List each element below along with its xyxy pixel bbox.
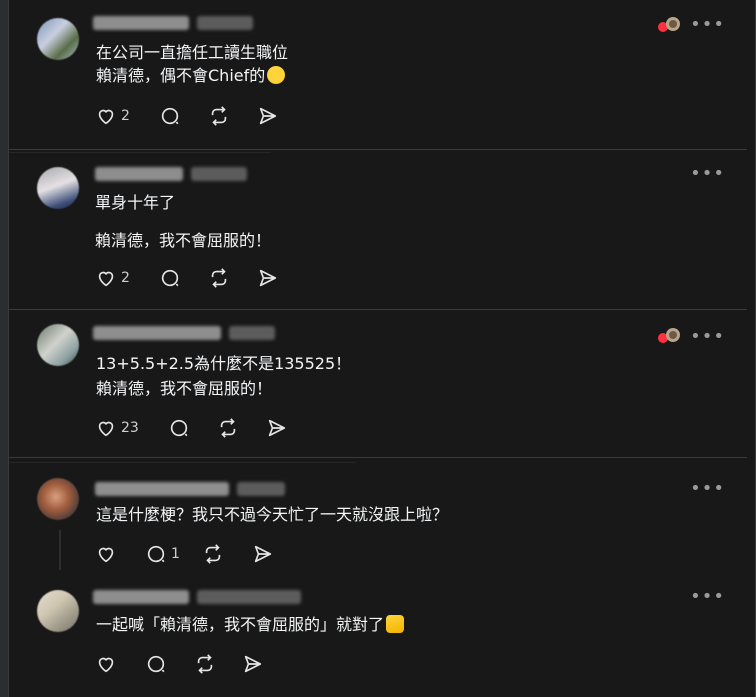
heart-icon — [98, 421, 114, 437]
share-icon — [268, 419, 286, 437]
comment-text-line: 在公司一直擔任工讀生職位 — [96, 43, 289, 62]
timestamp-blurred — [197, 590, 301, 604]
comment-text-line: 一起喊「賴清德，我不會屈服的」就對了 — [96, 614, 405, 636]
avatar[interactable] — [37, 18, 79, 60]
more-icon[interactable]: ••• — [690, 165, 725, 183]
share-button[interactable] — [242, 653, 264, 675]
comment-thread: ••• 在公司一直擔任工讀生職位 賴清德，偶不會Chief的 2 ••• 單身十… — [8, 0, 756, 697]
username-blurred[interactable] — [93, 590, 189, 604]
heart-icon — [98, 271, 114, 287]
repost-button[interactable] — [208, 267, 230, 289]
divider — [9, 309, 747, 310]
username-blurred[interactable] — [93, 16, 189, 30]
thumbs-up-emoji — [386, 615, 405, 633]
comment-text-line: 賴清德，我不會屈服的！ — [96, 379, 273, 398]
repost-button[interactable] — [202, 543, 224, 565]
laughing-emoji — [267, 66, 286, 84]
username-blurred[interactable] — [95, 482, 229, 496]
share-button[interactable] — [257, 267, 279, 289]
timestamp-blurred — [229, 326, 275, 340]
comment-button[interactable] — [145, 653, 167, 675]
repost-icon — [205, 544, 221, 564]
thread-line — [59, 530, 61, 570]
like-button[interactable] — [95, 653, 117, 675]
avatar[interactable] — [37, 324, 79, 366]
divider — [9, 457, 747, 458]
heart-icon — [98, 109, 114, 125]
comment-post: ••• 單身十年了 賴清德，我不會屈服的！ 2 — [9, 155, 755, 310]
like-button[interactable]: 23 — [95, 417, 139, 439]
like-count: 2 — [121, 108, 130, 124]
share-icon — [254, 545, 272, 563]
reaction-badge-icon — [657, 15, 683, 35]
comment-button[interactable]: 1 — [145, 543, 180, 565]
comment-button[interactable] — [159, 267, 181, 289]
comment-post: ••• 在公司一直擔任工讀生職位 賴清德，偶不會Chief的 2 — [9, 0, 755, 150]
like-button[interactable]: 2 — [95, 267, 130, 289]
divider — [9, 462, 356, 463]
comment-post: ••• 一起喊「賴清德，我不會屈服的」就對了 — [9, 578, 755, 697]
comment-icon — [147, 545, 165, 563]
timestamp-blurred — [197, 16, 253, 30]
repost-icon — [220, 418, 236, 438]
timestamp-blurred — [237, 482, 285, 496]
comment-text-line: 賴清德，我不會屈服的！ — [95, 231, 272, 250]
comment-button[interactable] — [159, 105, 181, 127]
like-button[interactable] — [95, 543, 117, 565]
heart-icon — [98, 657, 114, 673]
username-blurred[interactable] — [95, 167, 183, 181]
more-icon[interactable]: ••• — [690, 480, 725, 498]
comment-post: ••• 這是什麼梗？我只不過今天忙了一天就沒跟上啦？ 1 — [9, 468, 755, 578]
repost-icon — [211, 106, 227, 126]
more-icon[interactable]: ••• — [690, 328, 725, 346]
more-icon[interactable]: ••• — [690, 588, 725, 606]
timestamp-blurred — [191, 167, 247, 181]
avatar[interactable] — [37, 478, 79, 520]
reaction-badge-icon — [657, 326, 683, 346]
share-icon — [244, 655, 262, 673]
comment-icon — [147, 655, 165, 673]
share-button[interactable] — [257, 105, 279, 127]
comment-post: ••• 13+5.5+2.5為什麼不是135525！ 賴清德，我不會屈服的！ 2… — [9, 312, 755, 457]
comment-text-line: 單身十年了 — [95, 193, 176, 212]
avatar[interactable] — [37, 167, 79, 209]
comment-icon — [161, 269, 179, 287]
like-count: 2 — [121, 270, 130, 286]
repost-button[interactable] — [208, 105, 230, 127]
comment-icon — [161, 107, 179, 125]
comment-icon — [170, 419, 188, 437]
repost-icon — [211, 268, 227, 288]
like-count: 23 — [121, 420, 139, 436]
heart-icon — [98, 547, 114, 563]
comment-text-line: 13+5.5+2.5為什麼不是135525！ — [96, 354, 352, 373]
share-icon — [259, 269, 277, 287]
more-icon[interactable]: ••• — [690, 16, 725, 34]
reply-count: 1 — [171, 546, 180, 562]
share-button[interactable] — [252, 543, 274, 565]
like-button[interactable]: 2 — [95, 105, 130, 127]
repost-button[interactable] — [217, 417, 239, 439]
comment-text-line: 賴清德，偶不會Chief的 — [96, 65, 286, 87]
repost-icon — [197, 654, 213, 674]
divider — [9, 152, 271, 153]
share-button[interactable] — [266, 417, 288, 439]
share-icon — [259, 107, 277, 125]
avatar[interactable] — [37, 590, 79, 632]
divider — [9, 149, 747, 150]
comment-button[interactable] — [168, 417, 190, 439]
repost-button[interactable] — [194, 653, 216, 675]
username-blurred[interactable] — [93, 326, 221, 340]
comment-text-line: 這是什麼梗？我只不過今天忙了一天就沒跟上啦？ — [96, 505, 449, 524]
